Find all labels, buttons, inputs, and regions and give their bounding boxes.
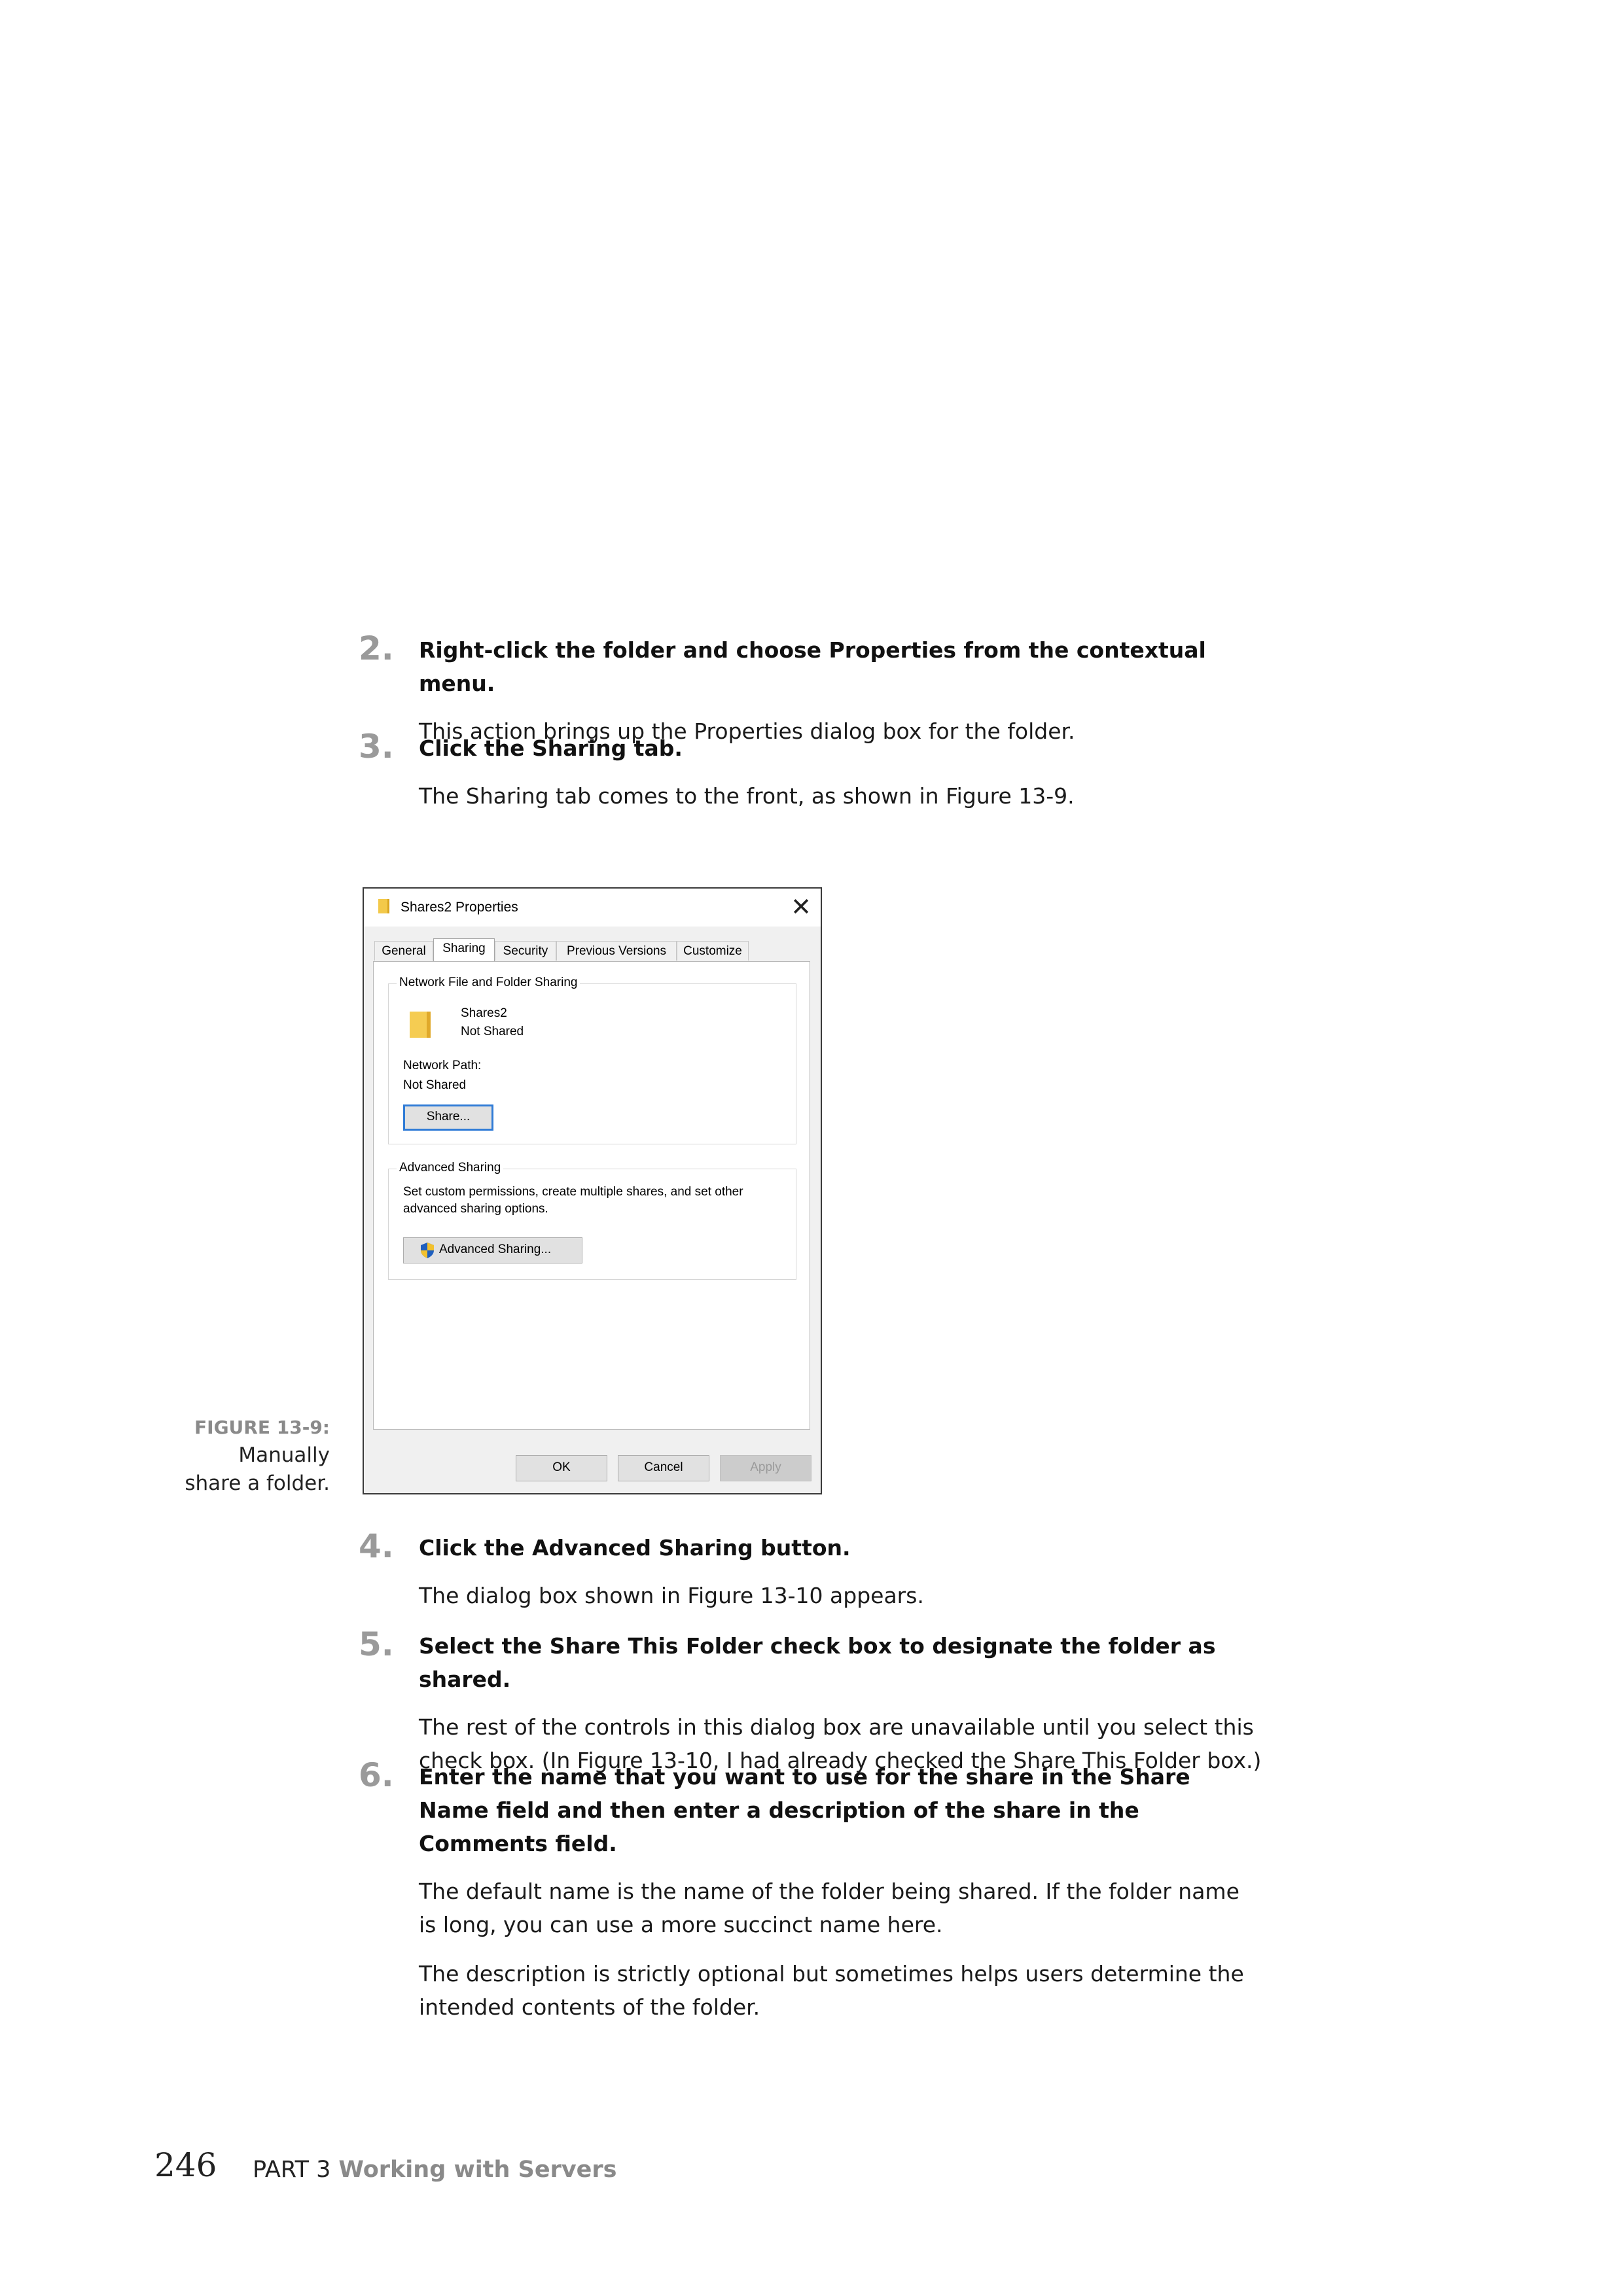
tab-security[interactable]: Security	[495, 941, 556, 961]
apply-button[interactable]: Apply	[720, 1455, 812, 1481]
step-body: The default name is the name of the fold…	[419, 1875, 1262, 2024]
share-button[interactable]: Share...	[403, 1104, 493, 1131]
step-4: 4. Click the Advanced Sharing button. Th…	[359, 1527, 1262, 1628]
step-3: 3. Click the Sharing tab. The Sharing ta…	[359, 728, 1262, 828]
figure-caption: FIGURE 13-9: Manually share a folder.	[185, 1413, 330, 1498]
network-sharing-group: Network File and Folder Sharing Shares2 …	[388, 976, 796, 1144]
properties-dialog: Shares2 Properties ✕ General Sharing Sec…	[363, 887, 822, 1494]
running-footer: PART 3 Working with Servers	[253, 2157, 616, 2183]
folder-name: Shares2	[461, 1006, 507, 1020]
step-number: 2.	[359, 629, 394, 667]
step-heading: Click the Sharing tab.	[419, 735, 683, 761]
step-number: 3.	[359, 728, 394, 766]
step-heading: Right-click the folder and choose Proper…	[419, 637, 1206, 696]
group-label: Advanced Sharing	[397, 1161, 504, 1175]
step-paragraph: The Sharing tab comes to the front, as s…	[419, 783, 1075, 809]
figure-caption-line: Manually	[238, 1443, 330, 1467]
advanced-description: Set custom permissions, create multiple …	[403, 1185, 743, 1199]
tab-previous-versions[interactable]: Previous Versions	[556, 941, 677, 961]
network-path-value: Not Shared	[403, 1078, 467, 1092]
advanced-description: advanced sharing options.	[403, 1202, 548, 1216]
step-paragraph: The description is strictly optional but…	[419, 1961, 1244, 2020]
step-heading: Click the Advanced Sharing button.	[419, 1535, 851, 1561]
advanced-sharing-button[interactable]: Advanced Sharing...	[403, 1237, 582, 1263]
figure-caption-line: share a folder.	[185, 1472, 330, 1495]
step-body: The dialog box shown in Figure 13-10 app…	[419, 1579, 1262, 1612]
dialog-titlebar: Shares2 Properties ✕	[364, 889, 821, 927]
step-6: 6. Enter the name that you want to use f…	[359, 1756, 1262, 2040]
tab-sharing[interactable]: Sharing	[433, 938, 495, 962]
close-icon[interactable]: ✕	[791, 892, 812, 921]
group-label: Network File and Folder Sharing	[397, 976, 580, 990]
uac-shield-icon	[421, 1243, 434, 1258]
step-body: The Sharing tab comes to the front, as s…	[419, 779, 1262, 813]
step-heading: Select the Share This Folder check box t…	[419, 1633, 1216, 1692]
sharing-panel: Network File and Folder Sharing Shares2 …	[373, 961, 810, 1430]
network-path-label: Network Path:	[403, 1059, 482, 1072]
step-paragraph: The dialog box shown in Figure 13-10 app…	[419, 1583, 924, 1608]
ok-button[interactable]: OK	[516, 1455, 607, 1481]
advanced-sharing-label: Advanced Sharing...	[439, 1243, 552, 1256]
step-heading: Enter the name that you want to use for …	[419, 1764, 1190, 1856]
step-paragraph: The default name is the name of the fold…	[419, 1879, 1240, 1937]
tab-general[interactable]: General	[374, 941, 433, 961]
tab-customize[interactable]: Customize	[677, 941, 749, 961]
folder-status: Not Shared	[461, 1025, 524, 1038]
dialog-title: Shares2 Properties	[401, 900, 518, 915]
step-number: 4.	[359, 1527, 394, 1565]
part-label: PART 3	[253, 2157, 331, 2183]
page-number: 246	[154, 2146, 217, 2184]
step-number: 5.	[359, 1625, 394, 1663]
folder-icon	[378, 899, 389, 913]
step-number: 6.	[359, 1756, 394, 1794]
folder-icon	[410, 1012, 431, 1038]
cancel-button[interactable]: Cancel	[618, 1455, 709, 1481]
figure-label: FIGURE 13-9:	[194, 1417, 330, 1438]
advanced-sharing-group: Advanced Sharing Set custom permissions,…	[388, 1161, 796, 1280]
section-title: Working with Servers	[338, 2157, 617, 2183]
